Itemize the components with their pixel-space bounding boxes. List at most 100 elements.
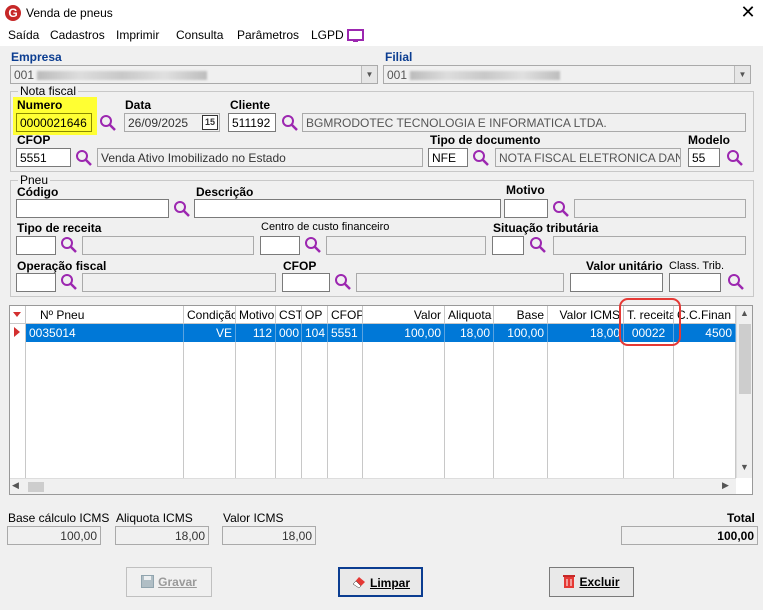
table-cell[interactable]: 4500: [674, 324, 736, 342]
h-scroll-thumb[interactable]: [28, 482, 44, 492]
valor-unitario-label: Valor unitário: [586, 259, 663, 273]
scroll-thumb[interactable]: [739, 324, 751, 394]
table-cell[interactable]: 104: [302, 324, 328, 342]
search-icon[interactable]: [334, 273, 352, 291]
search-icon[interactable]: [99, 114, 117, 132]
search-icon[interactable]: [304, 236, 322, 254]
table-cell[interactable]: 000: [276, 324, 302, 342]
class-trib-field[interactable]: [669, 273, 721, 292]
centro-custo-label: Centro de custo financeiro: [261, 221, 390, 233]
menu-cadastros[interactable]: Cadastros: [50, 28, 105, 42]
search-icon[interactable]: [281, 114, 299, 132]
menu-lgpd[interactable]: LGPD: [311, 28, 344, 42]
cfop-field[interactable]: 5551: [16, 148, 71, 167]
codigo-field[interactable]: [16, 199, 169, 218]
scroll-right-icon[interactable]: ▶: [722, 480, 734, 493]
table-cell[interactable]: 0035014: [26, 324, 184, 342]
cliente-name-field: BGMRODOTEC TECNOLOGIA E INFORMATICA LTDA…: [302, 113, 746, 132]
search-icon[interactable]: [472, 149, 490, 167]
calendar-icon[interactable]: 15: [202, 115, 218, 130]
pneu-cfop-label: CFOP: [283, 259, 317, 273]
monitor-icon[interactable]: [347, 29, 365, 43]
scroll-down-icon[interactable]: ▼: [738, 462, 751, 476]
cfop-label: CFOP: [17, 133, 51, 147]
menu-parametros[interactable]: Parâmetros: [237, 28, 299, 42]
search-icon[interactable]: [726, 149, 744, 167]
tipo-receita-field[interactable]: [16, 236, 56, 255]
sort-indicator-icon: [10, 306, 26, 324]
filial-select[interactable]: 001 ▼: [383, 65, 751, 84]
valor-unitario-field[interactable]: [570, 273, 663, 292]
scroll-left-icon[interactable]: ◀: [12, 480, 24, 493]
base-calculo-label: Base cálculo ICMS: [8, 511, 110, 525]
class-trib-label: Class. Trib.: [669, 260, 725, 272]
table-cell[interactable]: VE: [184, 324, 236, 342]
table-cell[interactable]: 5551: [328, 324, 363, 342]
limpar-button[interactable]: Limpar: [338, 567, 423, 597]
redacted-text: [37, 71, 208, 81]
motivo-field[interactable]: [504, 199, 548, 218]
search-icon[interactable]: [60, 236, 78, 254]
gravar-button[interactable]: Gravar: [126, 567, 212, 597]
empresa-select[interactable]: 001 ▼: [10, 65, 378, 84]
tipo-doc-label: Tipo de documento: [430, 133, 541, 147]
col-header-cc-finan[interactable]: C.C.Finan: [674, 306, 736, 324]
numero-label: Numero: [17, 98, 63, 112]
numero-field[interactable]: 0000021646: [16, 113, 92, 132]
pneu-cfop-field[interactable]: [282, 273, 330, 292]
horizontal-scrollbar[interactable]: ◀ ▶: [10, 478, 736, 494]
save-icon: [141, 575, 155, 588]
col-header-cfop[interactable]: CFOP: [328, 306, 363, 324]
table-cell[interactable]: 18,00: [548, 324, 624, 342]
col-header-motivo[interactable]: Motivo: [236, 306, 276, 324]
total-field: 100,00: [621, 526, 758, 545]
situacao-field[interactable]: [492, 236, 524, 255]
col-header-op[interactable]: OP: [302, 306, 328, 324]
operacao-label: Operação fiscal: [17, 259, 107, 273]
vertical-scrollbar[interactable]: ▲ ▼: [736, 306, 752, 478]
chevron-down-icon[interactable]: ▼: [361, 66, 377, 83]
menu-consulta[interactable]: Consulta: [176, 28, 223, 42]
trash-icon: [563, 575, 576, 588]
col-header-valor[interactable]: Valor: [363, 306, 445, 324]
pneu-cfop-desc-field: [356, 273, 564, 292]
table-cell[interactable]: 112: [236, 324, 276, 342]
scroll-up-icon[interactable]: ▲: [738, 308, 751, 322]
operacao-field[interactable]: [16, 273, 56, 292]
centro-custo-field[interactable]: [260, 236, 300, 255]
table-cell[interactable]: 18,00: [445, 324, 494, 342]
data-label: Data: [125, 98, 152, 112]
search-icon[interactable]: [529, 236, 547, 254]
eraser-icon: [352, 577, 365, 589]
modelo-label: Modelo: [688, 133, 730, 147]
col-header-base[interactable]: Base: [494, 306, 548, 324]
redacted-text: [410, 71, 561, 81]
close-icon[interactable]: ✕: [738, 2, 758, 22]
row-indicator-icon: [10, 324, 26, 342]
cliente-code-field[interactable]: 511192: [228, 113, 276, 132]
excluir-button[interactable]: Excluir: [549, 567, 634, 597]
total-label: Total: [727, 511, 755, 525]
col-header-condicao[interactable]: Condição: [184, 306, 236, 324]
data-field[interactable]: 26/09/2025 15: [124, 113, 220, 132]
table-cell[interactable]: 100,00: [494, 324, 548, 342]
chevron-down-icon[interactable]: ▼: [734, 66, 750, 83]
col-header-cst[interactable]: CST: [276, 306, 302, 324]
search-icon[interactable]: [552, 200, 570, 218]
col-header-aliquota[interactable]: Aliquota: [445, 306, 494, 324]
modelo-field[interactable]: 55: [688, 148, 720, 167]
tipo-doc-field[interactable]: NFE: [428, 148, 468, 167]
situacao-desc-field: [553, 236, 746, 255]
situacao-label: Situação tributária: [493, 221, 599, 235]
search-icon[interactable]: [173, 200, 191, 218]
cliente-label: Cliente: [230, 98, 271, 112]
search-icon[interactable]: [727, 273, 745, 291]
descricao-field[interactable]: [194, 199, 501, 218]
search-icon[interactable]: [75, 149, 93, 167]
menu-imprimir[interactable]: Imprimir: [116, 28, 159, 42]
search-icon[interactable]: [60, 273, 78, 291]
col-header-npneu[interactable]: Nº Pneu: [26, 306, 184, 324]
table-cell[interactable]: 100,00: [363, 324, 445, 342]
col-header-valor-icms[interactable]: Valor ICMS: [548, 306, 624, 324]
menu-saida[interactable]: Saída: [8, 28, 39, 42]
